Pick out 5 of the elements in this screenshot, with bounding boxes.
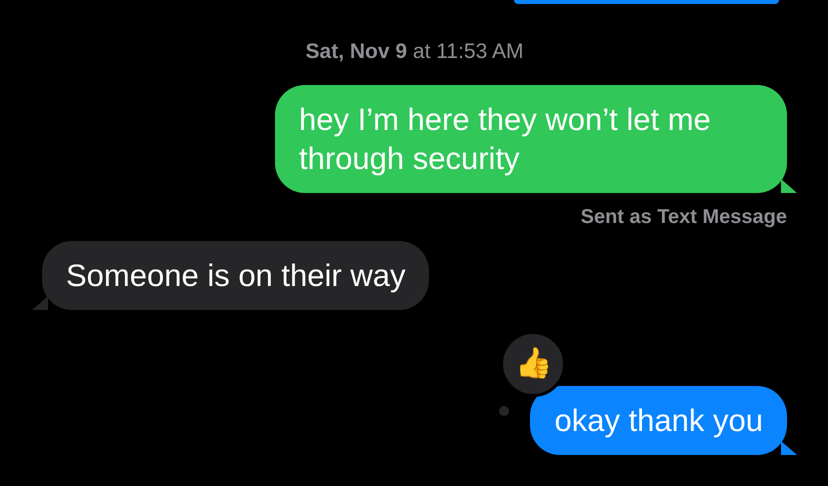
message-bubble[interactable]: okay thank you: [530, 386, 787, 455]
tapback-tail-icon: [499, 406, 510, 416]
message-bubble[interactable]: Someone is on their way: [42, 241, 430, 310]
delivery-status: Sent as Text Message: [580, 205, 787, 229]
timestamp: Sat, Nov 9 at 11:53 AM: [304, 40, 524, 64]
